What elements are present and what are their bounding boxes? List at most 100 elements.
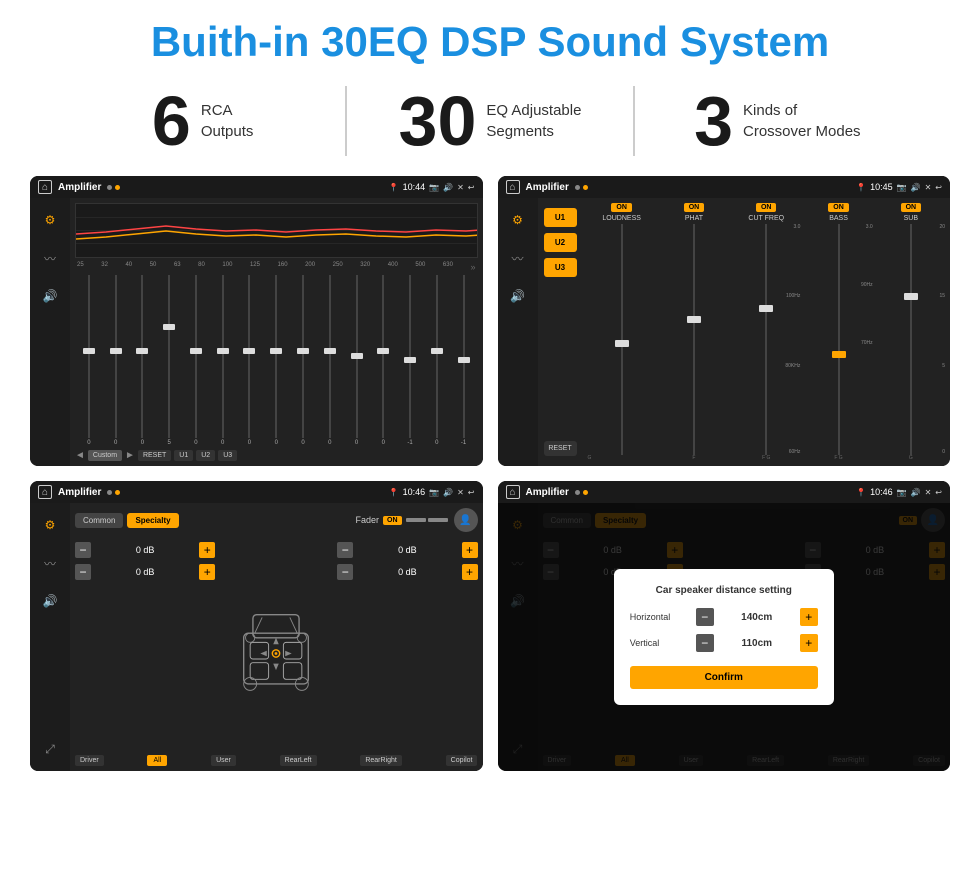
- fader-body: − 0 dB + − 0 dB +: [75, 542, 478, 751]
- fader-rearright-label[interactable]: RearRight: [360, 755, 402, 766]
- dialog-vertical-plus[interactable]: +: [800, 634, 818, 652]
- fader-filter-icon[interactable]: ⚙: [36, 511, 64, 539]
- fader-car-diagram: [221, 542, 331, 751]
- dialog-status-bar: Amplifier 📍 10:46 📷🔊✕↩: [498, 481, 951, 503]
- cv-screen-content: ⚙ 〰 🔊 U1 U2 U3 RESET ON LOUDNESS: [498, 198, 951, 466]
- dialog-horizontal-value: 140cm: [720, 612, 794, 623]
- cv-phat-label: PHAT: [685, 215, 703, 222]
- eq-left-sidebar: ⚙ 〰 🔊: [30, 198, 70, 466]
- dialog-home-icon: [506, 485, 520, 499]
- cv-home-icon: [506, 180, 520, 194]
- fader-row-3: − 0 dB +: [337, 542, 477, 558]
- eq-u1-btn[interactable]: U1: [174, 450, 193, 461]
- cv-loudness-slider[interactable]: [588, 224, 656, 455]
- fader-user-label[interactable]: User: [211, 755, 236, 766]
- cv-bass-slider[interactable]: 3.0 90Hz 70Hz: [804, 224, 872, 455]
- dialog-horizontal-row: Horizontal − 140cm +: [630, 608, 818, 626]
- fader-plus-2[interactable]: +: [199, 564, 215, 580]
- eq-status-dots: [107, 185, 120, 190]
- cv-time: 10:45: [870, 182, 893, 192]
- cv-left-sidebar: ⚙ 〰 🔊: [498, 198, 538, 466]
- eq-reset-btn[interactable]: RESET: [138, 450, 171, 461]
- eq-status-right: 📍 10:44 📷 🔊 ✕ ↩: [389, 182, 475, 192]
- eq-speaker-icon[interactable]: 🔊: [36, 282, 64, 310]
- fader-app-title: Amplifier: [58, 487, 101, 498]
- stat-text-crossover: Kinds ofCrossover Modes: [743, 100, 861, 142]
- fader-minus-2[interactable]: −: [75, 564, 91, 580]
- cv-cutfreq-on: ON: [756, 203, 777, 212]
- dialog-time: 10:46: [870, 487, 893, 497]
- fader-rearleft-label[interactable]: RearLeft: [280, 755, 317, 766]
- eq-next-icon[interactable]: ►: [125, 450, 135, 461]
- eq-custom-btn[interactable]: Custom: [88, 450, 122, 461]
- fader-header: Common Specialty Fader ON 👤: [75, 508, 478, 532]
- cv-main-area: U1 U2 U3 RESET ON LOUDNESS: [538, 198, 951, 466]
- cv-presets: U1 U2 U3 RESET: [538, 198, 583, 466]
- fader-wave-icon[interactable]: 〰: [36, 549, 64, 577]
- fader-val-4: 0 dB: [357, 567, 457, 577]
- fader-right-controls: − 0 dB + − 0 dB +: [337, 542, 477, 751]
- dialog-overlay: Car speaker distance setting Horizontal …: [498, 503, 951, 771]
- eq-filter-icon[interactable]: ⚙: [36, 206, 64, 234]
- cv-cutfreq-slider[interactable]: 3.0 100Hz 80KHz 60Hz: [732, 224, 800, 455]
- stat-text-rca: RCAOutputs: [201, 100, 254, 142]
- fader-val-2: 0 dB: [95, 567, 195, 577]
- dialog-confirm-button[interactable]: Confirm: [630, 666, 818, 689]
- dialog-title: Car speaker distance setting: [630, 585, 818, 596]
- eq-u3-btn[interactable]: U3: [218, 450, 237, 461]
- cv-loudness-col: ON LOUDNESS G: [588, 203, 656, 461]
- cv-phat-col: ON PHAT F: [660, 203, 728, 461]
- eq-screen-content: ⚙ 〰 🔊: [30, 198, 483, 466]
- cv-reset-btn[interactable]: RESET: [544, 441, 577, 456]
- cv-filter-icon[interactable]: ⚙: [504, 206, 532, 234]
- fader-minus-4[interactable]: −: [337, 564, 353, 580]
- cv-sub-slider[interactable]: 20 15 5 0: [877, 224, 945, 455]
- cv-controls: ON LOUDNESS G ON P: [583, 198, 951, 466]
- fader-speaker-icon[interactable]: 🔊: [36, 587, 64, 615]
- fader-tab-specialty[interactable]: Specialty: [127, 513, 178, 528]
- fader-tab-common[interactable]: Common: [75, 513, 123, 528]
- fader-driver-label[interactable]: Driver: [75, 755, 104, 766]
- eq-u2-btn[interactable]: U2: [196, 450, 215, 461]
- fader-label-text: Fader: [355, 515, 379, 525]
- fader-plus-1[interactable]: +: [199, 542, 215, 558]
- dialog-status-dots: [575, 490, 588, 495]
- page-title: Buith-in 30EQ DSP Sound System: [0, 0, 980, 76]
- cv-u2-btn[interactable]: U2: [544, 233, 577, 252]
- cv-phat-slider[interactable]: [660, 224, 728, 455]
- fader-plus-3[interactable]: +: [462, 542, 478, 558]
- fader-copilot-label[interactable]: Copilot: [446, 755, 478, 766]
- eq-screen: Amplifier 📍 10:44 📷 🔊 ✕ ↩ ⚙ 〰 🔊: [30, 176, 483, 466]
- cv-loudness-on: ON: [611, 203, 632, 212]
- dialog-horizontal-plus[interactable]: +: [800, 608, 818, 626]
- fader-main-area: Common Specialty Fader ON 👤 −: [70, 503, 483, 771]
- fader-profile-icon[interactable]: 👤: [454, 508, 478, 532]
- eq-cam-icon: 📷: [429, 183, 439, 192]
- dialog-horizontal-minus[interactable]: −: [696, 608, 714, 626]
- fader-minus-3[interactable]: −: [337, 542, 353, 558]
- crossover-screen: Amplifier 📍 10:45 📷🔊✕↩ ⚙ 〰 🔊 U1 U2: [498, 176, 951, 466]
- fader-minus-1[interactable]: −: [75, 542, 91, 558]
- fader-expand-icon[interactable]: ⤢: [36, 735, 64, 763]
- cv-cutfreq-col: ON CUT FREQ 3.0 100Hz 80KHz 60Hz F G: [732, 203, 800, 461]
- fader-all-label[interactable]: All: [147, 755, 167, 766]
- eq-x-icon: ✕: [457, 183, 464, 192]
- dialog-vertical-minus[interactable]: −: [696, 634, 714, 652]
- fader-screen: Amplifier 📍 10:46 📷🔊✕↩ ⚙ 〰 🔊 ⤢: [30, 481, 483, 771]
- eq-vol-icon: 🔊: [443, 183, 453, 192]
- stat-item-rca: 6 RCAOutputs: [60, 86, 345, 156]
- cv-status-right: 📍 10:45 📷🔊✕↩: [856, 182, 942, 192]
- dialog-app-title: Amplifier: [526, 487, 569, 498]
- cv-u3-btn[interactable]: U3: [544, 258, 577, 277]
- fader-plus-4[interactable]: +: [462, 564, 478, 580]
- eq-prev-icon[interactable]: ◄: [75, 450, 85, 461]
- dialog-vertical-label: Vertical: [630, 638, 690, 648]
- stat-number-6: 6: [152, 86, 191, 156]
- dialog-vertical-row: Vertical − 110cm +: [630, 634, 818, 652]
- dialog-status-right: 📍 10:46 📷🔊✕↩: [856, 487, 942, 497]
- cv-speaker-icon[interactable]: 🔊: [504, 282, 532, 310]
- eq-wave-icon[interactable]: 〰: [36, 244, 64, 272]
- fader-row-4: − 0 dB +: [337, 564, 477, 580]
- cv-wave-icon[interactable]: 〰: [504, 244, 532, 272]
- cv-u1-btn[interactable]: U1: [544, 208, 577, 227]
